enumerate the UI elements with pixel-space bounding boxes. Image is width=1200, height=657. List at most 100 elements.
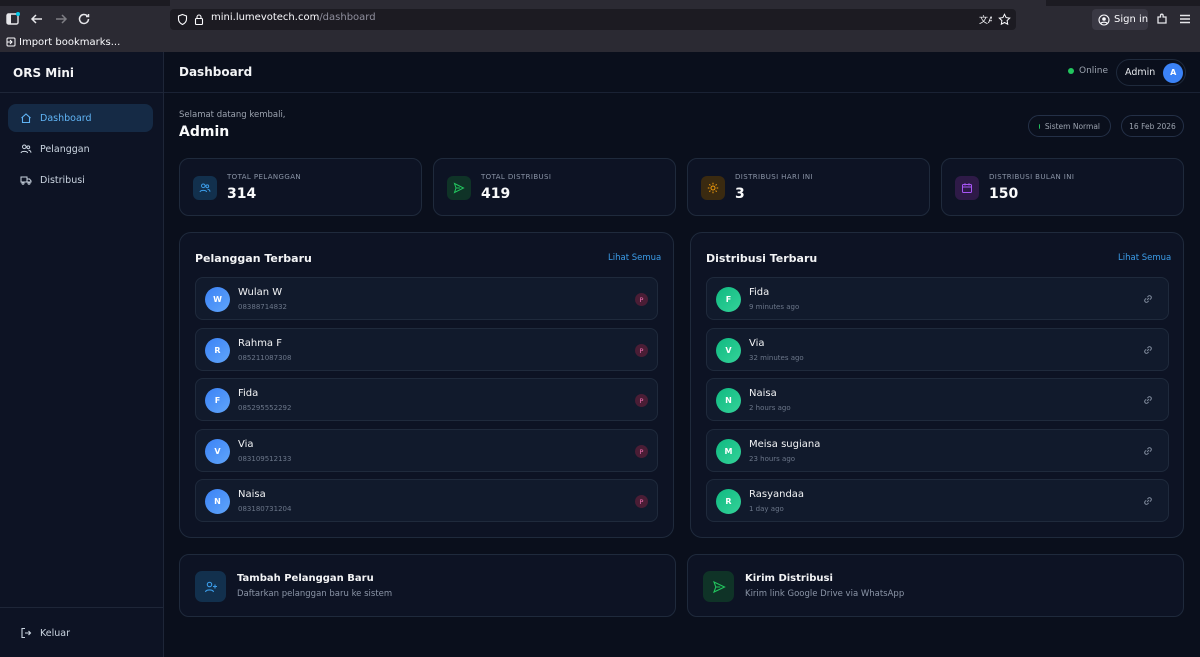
customer-name: Via <box>238 439 254 450</box>
see-all-distributions-link[interactable]: Lihat Semua <box>1118 253 1171 263</box>
online-status: Online <box>1068 66 1108 76</box>
welcome-greeting: Selamat datang kembali, <box>179 110 286 120</box>
extensions-icon[interactable] <box>1154 11 1170 27</box>
calendar-icon <box>955 176 979 200</box>
customer-avatar: N <box>205 489 230 514</box>
distribution-name: Naisa <box>749 388 777 399</box>
url-bar[interactable]: mini.lumevotech.com/dashboard 文A <box>170 9 1016 30</box>
system-status-badge: Sistem Normal <box>1028 115 1111 137</box>
customer-phone: 08388714832 <box>238 303 287 311</box>
forward-icon[interactable] <box>53 11 69 27</box>
action-title: Tambah Pelanggan Baru <box>237 573 374 584</box>
link-icon[interactable] <box>1142 293 1154 305</box>
import-icon <box>6 37 16 47</box>
stat-value: 419 <box>481 186 511 202</box>
stat-label: DISTRIBUSI BULAN INI <box>989 173 1075 181</box>
customer-type-badge: P <box>635 495 648 508</box>
logout-button[interactable]: Keluar <box>8 619 153 647</box>
status-dot <box>1068 68 1074 74</box>
recent-customers-panel: Pelanggan Terbaru Lihat Semua W Wulan W … <box>179 232 674 538</box>
customer-type-badge: P <box>635 344 648 357</box>
distribution-row[interactable]: R Rasyandaa 1 day ago <box>706 479 1169 522</box>
action-title: Kirim Distribusi <box>745 573 833 584</box>
shield-icon[interactable] <box>176 13 189 26</box>
sidebar-toggle-icon[interactable] <box>5 11 21 27</box>
topbar: Dashboard Online Admin A <box>164 52 1200 93</box>
sign-in-button[interactable]: Sign in <box>1092 9 1148 30</box>
customer-phone: 083109512133 <box>238 455 292 463</box>
sun-icon <box>701 176 725 200</box>
distribution-avatar: M <box>716 439 741 464</box>
account-icon <box>1098 13 1110 26</box>
user-menu[interactable]: Admin A <box>1116 59 1186 86</box>
distribution-avatar: V <box>716 338 741 363</box>
customer-name: Rahma F <box>238 338 282 349</box>
distribution-avatar: N <box>716 388 741 413</box>
panel-title: Distribusi Terbaru <box>706 252 818 265</box>
distribution-time: 2 hours ago <box>749 404 791 412</box>
customer-phone: 085211087308 <box>238 354 292 362</box>
stat-card-total-pelanggan: TOTAL PELANGGAN 314 <box>179 158 422 216</box>
url-text[interactable]: mini.lumevotech.com/dashboard <box>211 12 376 23</box>
customer-row[interactable]: V Via 083109512133 P <box>195 429 658 472</box>
distribution-row[interactable]: V Via 32 minutes ago <box>706 328 1169 371</box>
customer-phone: 085295552292 <box>238 404 292 412</box>
import-bookmarks-link[interactable]: Import bookmarks... <box>19 37 120 48</box>
back-icon[interactable] <box>29 11 45 27</box>
stat-card-total-distribusi: TOTAL DISTRIBUSI 419 <box>433 158 676 216</box>
menu-icon[interactable] <box>1177 11 1193 27</box>
link-icon[interactable] <box>1142 394 1154 406</box>
nav-bar: mini.lumevotech.com/dashboard 文A Sign in <box>0 6 1200 32</box>
customer-row[interactable]: N Naisa 083180731204 P <box>195 479 658 522</box>
sidebar-item-pelanggan[interactable]: Pelanggan <box>8 135 153 163</box>
welcome-name: Admin <box>179 124 230 140</box>
status-dot <box>1039 123 1040 129</box>
distribution-row[interactable]: N Naisa 2 hours ago <box>706 378 1169 421</box>
distribution-time: 23 hours ago <box>749 455 796 463</box>
distribution-name: Rasyandaa <box>749 489 805 500</box>
distribution-avatar: R <box>716 489 741 514</box>
link-icon[interactable] <box>1142 445 1154 457</box>
customer-row[interactable]: W Wulan W 08388714832 P <box>195 277 658 320</box>
users-icon <box>193 176 217 200</box>
customer-row[interactable]: R Rahma F 085211087308 P <box>195 328 658 371</box>
svg-text:文A: 文A <box>979 14 992 26</box>
send-distribution-action[interactable]: Kirim Distribusi Kirim link Google Drive… <box>687 554 1184 617</box>
stat-value: 314 <box>227 186 257 202</box>
lock-icon[interactable] <box>193 13 205 26</box>
distribution-row[interactable]: M Meisa sugiana 23 hours ago <box>706 429 1169 472</box>
customer-avatar: F <box>205 388 230 413</box>
user-name: Admin <box>1125 67 1156 78</box>
distribution-name: Fida <box>749 287 770 298</box>
customer-name: Naisa <box>238 489 266 500</box>
sidebar-item-dashboard[interactable]: Dashboard <box>8 104 153 132</box>
url-path: /dashboard <box>319 12 376 23</box>
add-customer-action[interactable]: Tambah Pelanggan Baru Daftarkan pelangga… <box>179 554 676 617</box>
distribution-row[interactable]: F Fida 9 minutes ago <box>706 277 1169 320</box>
customer-row[interactable]: F Fida 085295552292 P <box>195 378 658 421</box>
browser-chrome: mini.lumevotech.com/dashboard 文A Sign in… <box>0 0 1200 52</box>
truck-icon <box>20 174 32 186</box>
distribution-time: 9 minutes ago <box>749 303 800 311</box>
sign-in-label: Sign in <box>1114 14 1149 25</box>
stat-value: 150 <box>989 186 1019 202</box>
link-icon[interactable] <box>1142 495 1154 507</box>
link-icon[interactable] <box>1142 344 1154 356</box>
action-subtitle: Daftarkan pelanggan baru ke sistem <box>237 589 393 599</box>
sidebar-item-label: Dashboard <box>40 112 92 124</box>
distribution-name: Meisa sugiana <box>749 439 821 450</box>
avatar: A <box>1163 62 1184 83</box>
users-icon <box>20 143 32 155</box>
sidebar-item-label: Pelanggan <box>40 143 90 155</box>
translate-icon[interactable]: 文A <box>979 13 992 26</box>
distribution-time: 1 day ago <box>749 505 784 513</box>
bookmark-star-icon[interactable] <box>998 13 1011 26</box>
send-icon <box>447 176 471 200</box>
customer-avatar: W <box>205 287 230 312</box>
see-all-customers-link[interactable]: Lihat Semua <box>608 253 661 263</box>
distribution-name: Via <box>749 338 765 349</box>
sidebar-item-distribusi[interactable]: Distribusi <box>8 166 153 194</box>
reload-icon[interactable] <box>76 11 92 27</box>
send-icon <box>703 571 734 602</box>
online-label: Online <box>1079 66 1109 76</box>
